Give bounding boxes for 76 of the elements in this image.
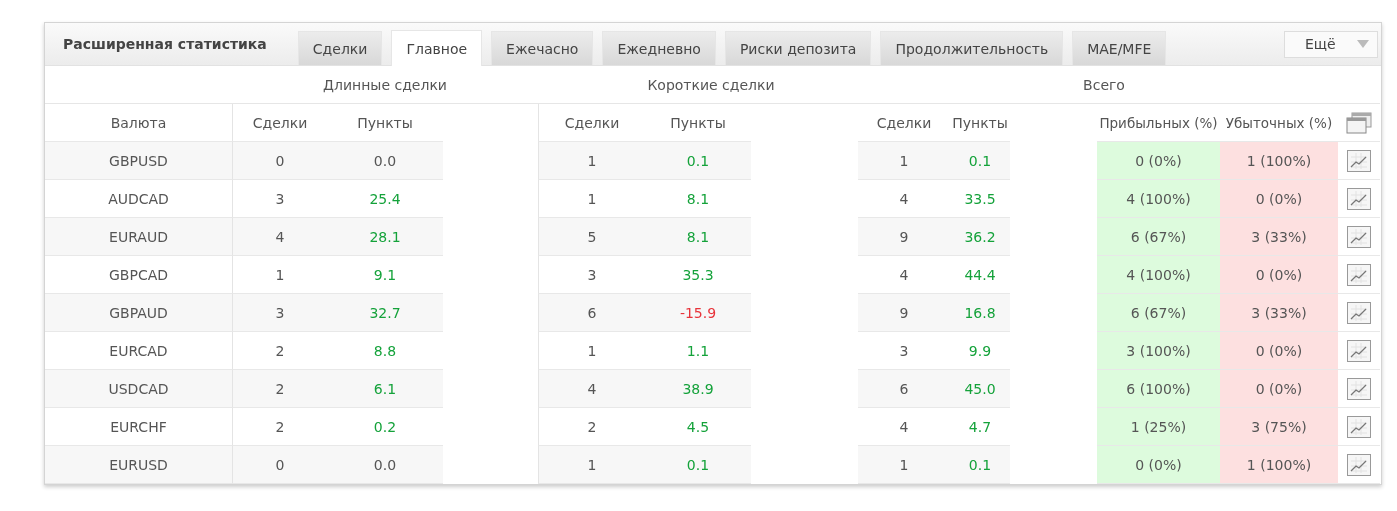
table-cell: 3 (33%)	[1220, 218, 1338, 256]
table-cell: 6 (100%)	[1097, 370, 1220, 408]
table-cell: 0.1	[645, 142, 751, 180]
table-cell: EURAUD	[45, 218, 232, 256]
table-cell: 0	[232, 446, 327, 484]
column-header: Сделки	[538, 104, 645, 142]
chart-icon[interactable]	[1347, 453, 1371, 476]
column-header: Сделки	[232, 104, 327, 142]
table-cell: 5	[538, 218, 645, 256]
table-cell: 6 (67%)	[1097, 294, 1220, 332]
table-cell: 3	[232, 294, 327, 332]
table-cell: 3 (75%)	[1220, 408, 1338, 446]
table-cell: USDCAD	[45, 370, 232, 408]
tab[interactable]: Главное	[391, 30, 483, 66]
chart-icon[interactable]	[1347, 149, 1371, 172]
chart-icon[interactable]	[1347, 225, 1371, 248]
table-cell: 45.0	[950, 370, 1010, 408]
table-cell: 0.0	[327, 446, 443, 484]
tab[interactable]: MAE/MFE	[1072, 31, 1167, 65]
table-cell: 0.1	[950, 142, 1010, 180]
tab[interactable]: Ежечасно	[491, 31, 594, 65]
table-cell: -15.9	[645, 294, 751, 332]
table-cell: 8.1	[645, 218, 751, 256]
tab[interactable]: Риски депозита	[724, 31, 872, 65]
table-cell: 1	[858, 142, 950, 180]
caret-icon	[1357, 40, 1369, 48]
table-cell: 0 (0%)	[1220, 332, 1338, 370]
tab[interactable]: Ежедневно	[602, 31, 716, 65]
table-cell: 1	[858, 446, 950, 484]
table-cell: 0.0	[327, 142, 443, 180]
panel-title: Расширенная статистика	[62, 36, 268, 52]
table-cell: 4 (100%)	[1097, 180, 1220, 218]
table-cell: 16.8	[950, 294, 1010, 332]
table-cell: 1	[538, 142, 645, 180]
table-cell: 0	[232, 142, 327, 180]
table-cell: 0.1	[645, 446, 751, 484]
table-cell: 1 (100%)	[1220, 446, 1338, 484]
table-cell: 3 (33%)	[1220, 294, 1338, 332]
table-cell: 1	[538, 446, 645, 484]
table-cell: 1 (100%)	[1220, 142, 1338, 180]
chart-icon[interactable]	[1347, 301, 1371, 324]
table-cell: 0 (0%)	[1097, 142, 1220, 180]
table-cell: GBPUSD	[45, 142, 232, 180]
table-cell: 9	[858, 294, 950, 332]
table-cell: 6.1	[327, 370, 443, 408]
table-cell: GBPAUD	[45, 294, 232, 332]
table-cell: 0 (0%)	[1097, 446, 1220, 484]
table-cell: 4	[538, 370, 645, 408]
table-cell: 4	[232, 218, 327, 256]
table-cell: 2	[232, 370, 327, 408]
table-cell: 6	[858, 370, 950, 408]
chart-icon[interactable]	[1347, 377, 1371, 400]
table-cell: EURUSD	[45, 446, 232, 484]
table-cell: 0.1	[950, 446, 1010, 484]
table-cell: 6 (67%)	[1097, 218, 1220, 256]
chart-icon[interactable]	[1347, 415, 1371, 438]
table-cell: 38.9	[645, 370, 751, 408]
table-cell: 4 (100%)	[1097, 256, 1220, 294]
tab[interactable]: Сделки	[297, 31, 383, 65]
table-cell: 32.7	[327, 294, 443, 332]
table-cell: 1 (25%)	[1097, 408, 1220, 446]
table-cell: 3 (100%)	[1097, 332, 1220, 370]
table-cell: 9	[858, 218, 950, 256]
table-cell: 6	[538, 294, 645, 332]
windows-icon[interactable]	[1346, 111, 1372, 134]
table-cell: 36.2	[950, 218, 1010, 256]
more-dropdown[interactable]: Ещё	[1284, 30, 1378, 58]
chart-icon[interactable]	[1347, 263, 1371, 286]
column-header: Валюта	[45, 104, 232, 142]
table-cell: 0 (0%)	[1220, 256, 1338, 294]
table-cell: 28.1	[327, 218, 443, 256]
table-cell: 0 (0%)	[1220, 370, 1338, 408]
table-cell: 0 (0%)	[1220, 180, 1338, 218]
chart-icon[interactable]	[1347, 339, 1371, 362]
chart-icon[interactable]	[1347, 187, 1371, 210]
tab[interactable]: Продолжительность	[880, 31, 1064, 65]
